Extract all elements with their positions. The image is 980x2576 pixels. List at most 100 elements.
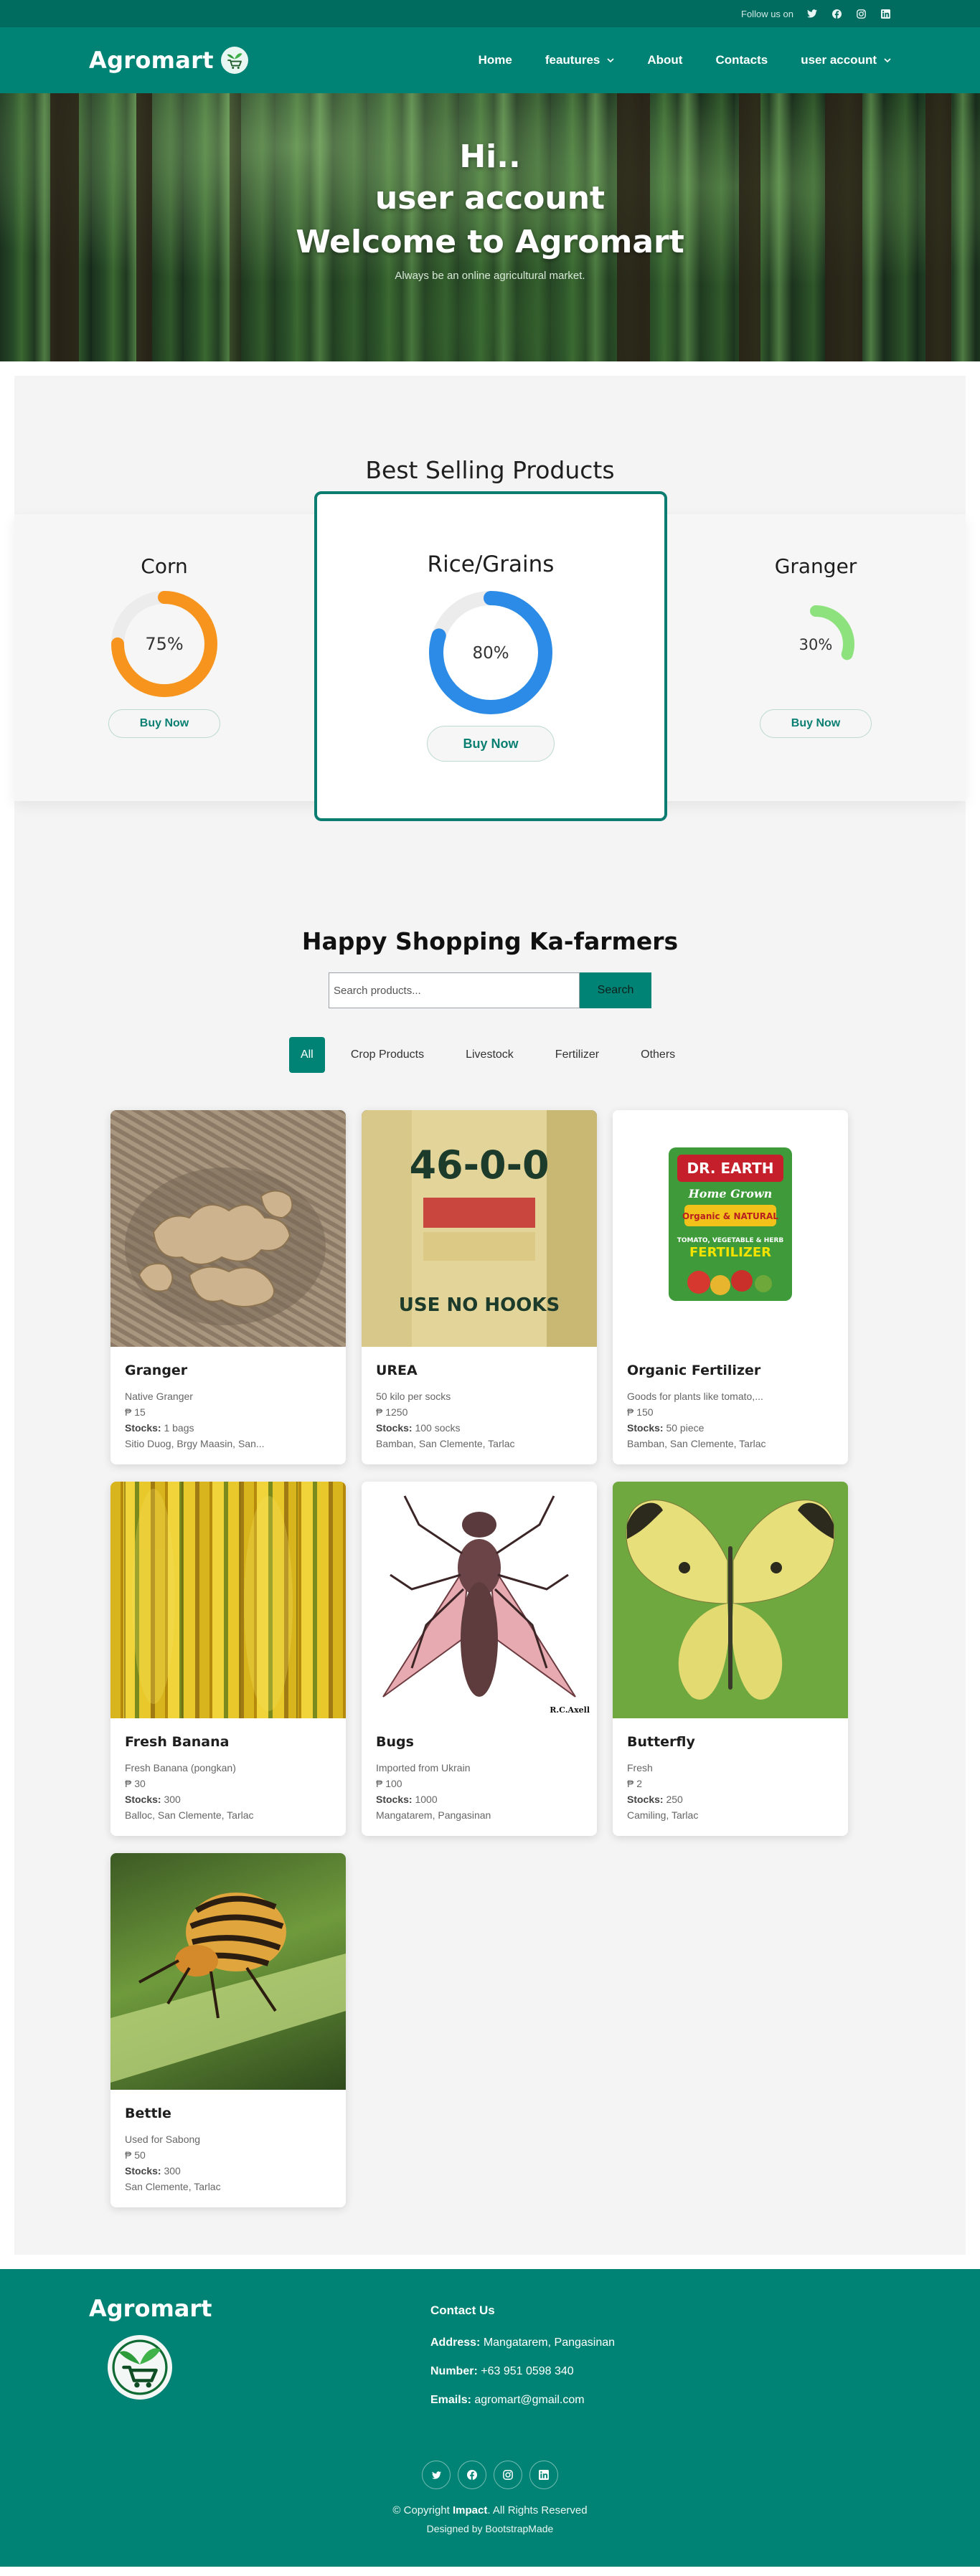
product-card[interactable]: 46-0-0 USE NO HOOKS UREA 50 kilo per soc… [362,1110,597,1464]
product-description: Fresh [627,1762,653,1774]
best-selling-title: Best Selling Products [365,456,615,484]
site-footer: Agromart Contact Us Address: Mangatarem,… [0,2269,980,2567]
product-card[interactable]: DR. EARTH Home Grown Organic & NATURAL T… [613,1110,848,1464]
nav-contacts-label: Contacts [715,53,768,67]
progress-donut: 80% [429,591,552,714]
chevron-down-icon [607,55,614,65]
nav-about[interactable]: About [647,53,682,67]
product-location: Camiling, Tarlac [627,1809,699,1821]
product-card[interactable]: R.C.Axell Bugs Imported from Ukrain ₱ 10… [362,1482,597,1836]
product-card[interactable]: Bettle Used for Sabong ₱ 50 Stocks: 300 … [110,1853,346,2207]
footer-social [0,2461,980,2489]
email-value[interactable]: agromart@gmail.com [474,2394,584,2406]
filter-all[interactable]: All [288,1037,325,1073]
product-stocks: 300 [164,1794,181,1805]
instagram-icon[interactable] [494,2461,522,2489]
brand-logo[interactable]: Agromart [89,47,248,74]
best-product-rice[interactable]: Rice/Grains 80% Buy Now [314,491,667,821]
product-image-butterfly [613,1482,848,1718]
buy-now-button[interactable]: Buy Now [427,726,555,762]
stocks-label: Stocks: [125,1794,161,1805]
progress-donut: 30% [777,605,854,683]
main-nav: Home feautures About Contacts user accou… [479,53,891,67]
filter-livestock[interactable]: Livestock [450,1037,529,1073]
donut-percent-label: 80% [472,644,509,663]
product-card[interactable]: Fresh Banana Fresh Banana (pongkan) ₱ 30… [110,1482,346,1836]
buy-now-button[interactable]: Buy Now [760,709,872,738]
linkedin-icon[interactable] [529,2461,558,2489]
site-header: Agromart Home feautures About Contacts u… [0,27,980,93]
product-name: Bettle [125,2106,171,2121]
cart-sprout-icon [108,2335,172,2400]
product-stocks: 250 [666,1794,683,1805]
best-product-corn[interactable]: Corn 75% Buy Now [93,533,236,738]
product-name: UREA [376,1363,418,1378]
twitter-icon[interactable] [422,2461,451,2489]
product-price: ₱ 30 [125,1778,146,1789]
product-image-fly: R.C.Axell [362,1482,597,1718]
product-description: Goods for plants like tomato,... [627,1391,763,1402]
footer-brand: Agromart [89,2295,212,2322]
product-image-urea-bag: 46-0-0 USE NO HOOKS [362,1110,597,1347]
hero-greeting: Hi.. [459,138,521,175]
follow-label: Follow us on [741,8,793,19]
image-credit: R.C.Axell [550,1705,590,1715]
best-product-granger[interactable]: Granger 30% Buy Now [744,533,887,738]
product-image-ginger [110,1110,346,1347]
linkedin-icon[interactable] [880,8,891,19]
search-bar: Search [14,972,966,1008]
product-price: ₱ 1250 [376,1406,408,1418]
filter-fertilizer[interactable]: Fertilizer [540,1037,615,1073]
twitter-icon[interactable] [806,8,818,19]
fertilizer-brand: DR. EARTH [687,1160,774,1177]
hero-username: user account [374,180,606,217]
product-price: ₱ 2 [627,1778,643,1789]
filter-crop-products[interactable]: Crop Products [335,1037,440,1073]
facebook-icon[interactable] [458,2461,486,2489]
number-label: Number: [430,2365,478,2377]
product-location: Bamban, San Clemente, Tarlac [376,1438,515,1449]
category-filters: All Crop Products Livestock Fertilizer O… [14,1037,966,1073]
product-card[interactable]: Granger Native Granger ₱ 15 Stocks: 1 ba… [110,1110,346,1464]
designer-credit[interactable]: Designed by BootstrapMade [0,2523,980,2534]
stocks-label: Stocks: [125,2165,161,2177]
product-price: ₱ 150 [627,1406,654,1418]
product-name: Granger [125,1363,188,1378]
topbar-social [806,8,891,19]
address-value: Mangatarem, Pangasinan [483,2336,616,2349]
search-input[interactable] [329,972,580,1008]
stocks-label: Stocks: [627,1794,664,1805]
filter-others[interactable]: Others [625,1037,691,1073]
urea-bag-text: 46-0-0 [409,1142,549,1188]
fertilizer-line3: TOMATO, VEGETABLE & HERB [677,1237,784,1244]
search-button[interactable]: Search [580,972,651,1008]
instagram-icon[interactable] [855,8,867,19]
nav-features[interactable]: feautures [545,53,615,67]
product-price: ₱ 100 [376,1778,402,1789]
product-description: Fresh Banana (pongkan) [125,1762,236,1774]
product-price: ₱ 15 [125,1406,146,1418]
hero-welcome: Welcome to Agromart [296,224,684,260]
nav-user-account[interactable]: user account [801,53,891,67]
product-name: Fresh Banana [125,1734,230,1750]
phone-value[interactable]: +63 951 0598 340 [481,2365,573,2377]
facebook-icon[interactable] [831,8,842,19]
footer-contact: Contact Us Address: Mangatarem, Pangasin… [430,2303,615,2423]
product-grid: Granger Native Granger ₱ 15 Stocks: 1 ba… [110,1110,848,2207]
product-location: Balloc, San Clemente, Tarlac [125,1809,254,1821]
product-card[interactable]: Butterfly Fresh ₱ 2 Stocks: 250 Camiling… [613,1482,848,1836]
fertilizer-line2: Organic & NATURAL [682,1211,778,1221]
hero-subtitle: Always be an online agricultural market. [395,270,585,282]
main-content: Best Selling Products Corn 75% Buy Now R… [14,376,966,2255]
nav-contacts[interactable]: Contacts [715,53,768,67]
product-description: Native Granger [125,1391,193,1402]
fertilizer-line4: FERTILIZER [689,1245,771,1260]
best-product-name: Corn [141,554,188,578]
nav-home[interactable]: Home [479,53,512,67]
fertilizer-line1: Home Grown [688,1187,773,1201]
product-image-beetle [110,1853,346,2090]
stocks-label: Stocks: [125,1422,161,1434]
product-stocks: 1000 [415,1794,438,1805]
buy-now-button[interactable]: Buy Now [108,709,220,738]
stocks-label: Stocks: [376,1794,413,1805]
